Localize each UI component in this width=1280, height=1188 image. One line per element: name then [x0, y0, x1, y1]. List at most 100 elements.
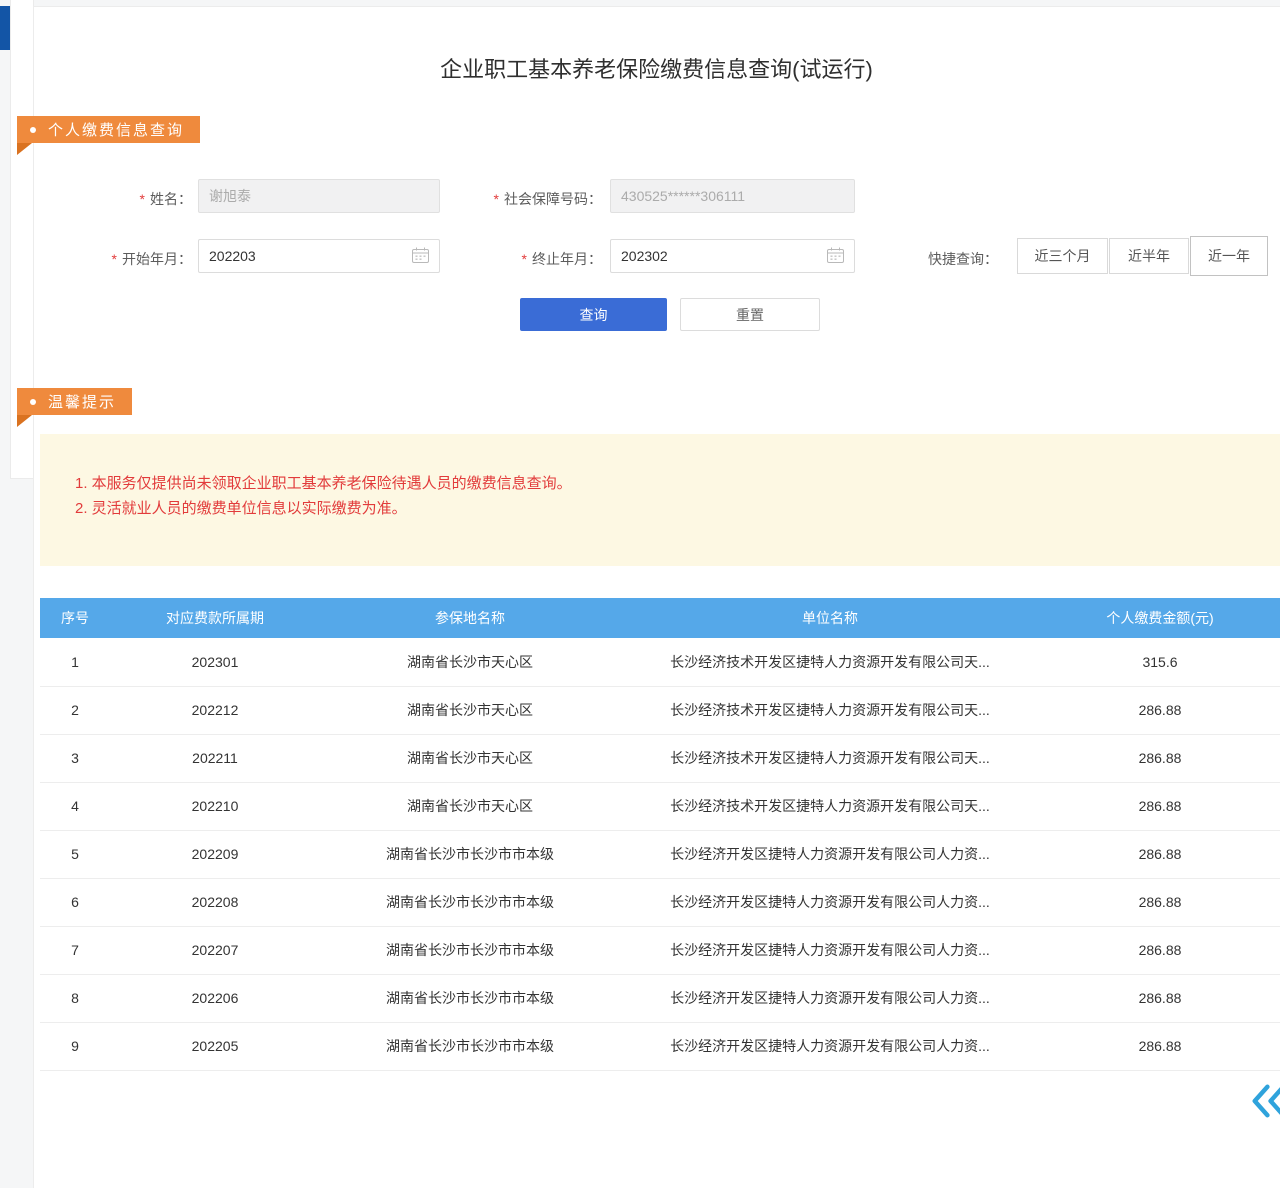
end-month-label: *终止年月：	[470, 249, 602, 269]
table-body: 1 202301 湖南省长沙市天心区 长沙经济技术开发区捷特人力资源开发有限公司…	[40, 638, 1280, 1070]
cell-amount: 315.6	[1040, 638, 1280, 686]
cell-amount: 286.88	[1040, 974, 1280, 1022]
cell-employer: 长沙经济技术开发区捷特人力资源开发有限公司天...	[620, 638, 1040, 686]
cell-amount: 286.88	[1040, 734, 1280, 782]
name-label: *姓名：	[60, 189, 192, 209]
tips-line-1: 1. 本服务仅提供尚未领取企业职工基本养老保险待遇人员的缴费信息查询。	[75, 471, 1260, 496]
table-row: 9 202205 湖南省长沙市长沙市市本级 长沙经济开发区捷特人力资源开发有限公…	[40, 1022, 1280, 1070]
required-asterisk: *	[494, 191, 499, 207]
table-row: 8 202206 湖南省长沙市长沙市市本级 长沙经济开发区捷特人力资源开发有限公…	[40, 974, 1280, 1022]
section-badge-tips: 温馨提示	[17, 388, 132, 415]
table-row: 6 202208 湖南省长沙市长沙市市本级 长沙经济开发区捷特人力资源开发有限公…	[40, 878, 1280, 926]
quick-last-year-button[interactable]: 近一年	[1190, 236, 1268, 276]
quick-query-label: 快捷查询：	[928, 249, 998, 269]
cell-employer: 长沙经济开发区捷特人力资源开发有限公司人力资...	[620, 830, 1040, 878]
cell-amount: 286.88	[1040, 1022, 1280, 1070]
table-row: 5 202209 湖南省长沙市长沙市市本级 长沙经济开发区捷特人力资源开发有限公…	[40, 830, 1280, 878]
header-period: 对应费款所属期	[110, 598, 320, 638]
query-button[interactable]: 查询	[520, 298, 667, 331]
cell-period: 202206	[110, 974, 320, 1022]
table-row: 1 202301 湖南省长沙市天心区 长沙经济技术开发区捷特人力资源开发有限公司…	[40, 638, 1280, 686]
payment-results-table: 序号 对应费款所属期 参保地名称 单位名称 个人缴费金额(元) 1 202301…	[40, 598, 1280, 1071]
badge-fold-decoration	[17, 143, 32, 155]
header-amount: 个人缴费金额(元)	[1040, 598, 1280, 638]
cell-amount: 286.88	[1040, 878, 1280, 926]
cell-index: 1	[40, 638, 110, 686]
name-field: 谢旭泰	[198, 179, 440, 213]
cell-employer: 长沙经济开发区捷特人力资源开发有限公司人力资...	[620, 878, 1040, 926]
start-month-label: *开始年月：	[60, 249, 192, 269]
cell-region: 湖南省长沙市天心区	[320, 686, 620, 734]
cell-region: 湖南省长沙市长沙市市本级	[320, 830, 620, 878]
cell-employer: 长沙经济技术开发区捷特人力资源开发有限公司天...	[620, 686, 1040, 734]
cell-index: 8	[40, 974, 110, 1022]
cell-amount: 286.88	[1040, 782, 1280, 830]
cell-amount: 286.88	[1040, 686, 1280, 734]
quick-last-half-year-button[interactable]: 近半年	[1109, 238, 1189, 274]
cell-period: 202211	[110, 734, 320, 782]
cell-region: 湖南省长沙市长沙市市本级	[320, 1022, 620, 1070]
cell-region: 湖南省长沙市天心区	[320, 638, 620, 686]
ssn-value: 430525******306111	[621, 188, 745, 204]
end-month-field[interactable]: 202302	[610, 239, 855, 273]
cell-index: 6	[40, 878, 110, 926]
header-index: 序号	[40, 598, 110, 638]
cell-period: 202212	[110, 686, 320, 734]
cell-period: 202207	[110, 926, 320, 974]
header-employer: 单位名称	[620, 598, 1040, 638]
calendar-icon[interactable]	[412, 247, 429, 266]
calendar-icon[interactable]	[827, 247, 844, 266]
page: 企业职工基本养老保险缴费信息查询(试运行) 个人缴费信息查询 *姓名： 谢旭泰 …	[0, 0, 1280, 1188]
table-row: 7 202207 湖南省长沙市长沙市市本级 长沙经济开发区捷特人力资源开发有限公…	[40, 926, 1280, 974]
bullet-icon	[30, 399, 36, 405]
tips-line-2: 2. 灵活就业人员的缴费单位信息以实际缴费为准。	[75, 496, 1260, 521]
cell-index: 5	[40, 830, 110, 878]
cell-amount: 286.88	[1040, 830, 1280, 878]
section-badge-label: 个人缴费信息查询	[48, 119, 184, 140]
reset-button[interactable]: 重置	[680, 298, 820, 331]
cell-region: 湖南省长沙市长沙市市本级	[320, 974, 620, 1022]
cell-region: 湖南省长沙市长沙市市本级	[320, 926, 620, 974]
ssn-field: 430525******306111	[610, 179, 855, 213]
table-row: 3 202211 湖南省长沙市天心区 长沙经济技术开发区捷特人力资源开发有限公司…	[40, 734, 1280, 782]
cell-index: 7	[40, 926, 110, 974]
table-row: 2 202212 湖南省长沙市天心区 长沙经济技术开发区捷特人力资源开发有限公司…	[40, 686, 1280, 734]
cell-region: 湖南省长沙市天心区	[320, 734, 620, 782]
cell-period: 202301	[110, 638, 320, 686]
required-asterisk: *	[140, 191, 145, 207]
cell-employer: 长沙经济开发区捷特人力资源开发有限公司人力资...	[620, 1022, 1040, 1070]
double-left-chevron-icon[interactable]	[1250, 1080, 1280, 1124]
page-title: 企业职工基本养老保险缴费信息查询(试运行)	[33, 52, 1280, 84]
table-header-row: 序号 对应费款所属期 参保地名称 单位名称 个人缴费金额(元)	[40, 598, 1280, 638]
cell-period: 202210	[110, 782, 320, 830]
ssn-label: *社会保障号码：	[430, 189, 602, 209]
quick-last-3-months-button[interactable]: 近三个月	[1017, 238, 1108, 274]
cell-index: 3	[40, 734, 110, 782]
required-asterisk: *	[112, 251, 117, 267]
cell-employer: 长沙经济技术开发区捷特人力资源开发有限公司天...	[620, 734, 1040, 782]
tips-notice-box: 1. 本服务仅提供尚未领取企业职工基本养老保险待遇人员的缴费信息查询。 2. 灵…	[40, 434, 1280, 566]
cell-region: 湖南省长沙市长沙市市本级	[320, 878, 620, 926]
required-asterisk: *	[522, 251, 527, 267]
cell-period: 202209	[110, 830, 320, 878]
cell-index: 9	[40, 1022, 110, 1070]
cell-index: 4	[40, 782, 110, 830]
cell-index: 2	[40, 686, 110, 734]
section-badge-label: 温馨提示	[48, 391, 116, 412]
cell-period: 202205	[110, 1022, 320, 1070]
end-month-value: 202302	[621, 248, 668, 264]
cell-amount: 286.88	[1040, 926, 1280, 974]
cell-employer: 长沙经济开发区捷特人力资源开发有限公司人力资...	[620, 974, 1040, 1022]
table-row: 4 202210 湖南省长沙市天心区 长沙经济技术开发区捷特人力资源开发有限公司…	[40, 782, 1280, 830]
cell-employer: 长沙经济开发区捷特人力资源开发有限公司人力资...	[620, 926, 1040, 974]
cell-employer: 长沙经济技术开发区捷特人力资源开发有限公司天...	[620, 782, 1040, 830]
section-badge-personal-query: 个人缴费信息查询	[17, 116, 200, 143]
cell-region: 湖南省长沙市天心区	[320, 782, 620, 830]
badge-fold-decoration	[17, 415, 32, 427]
start-month-field[interactable]: 202203	[198, 239, 440, 273]
header-region: 参保地名称	[320, 598, 620, 638]
start-month-value: 202203	[209, 248, 256, 264]
bullet-icon	[30, 127, 36, 133]
cell-period: 202208	[110, 878, 320, 926]
name-value: 谢旭泰	[209, 186, 251, 206]
